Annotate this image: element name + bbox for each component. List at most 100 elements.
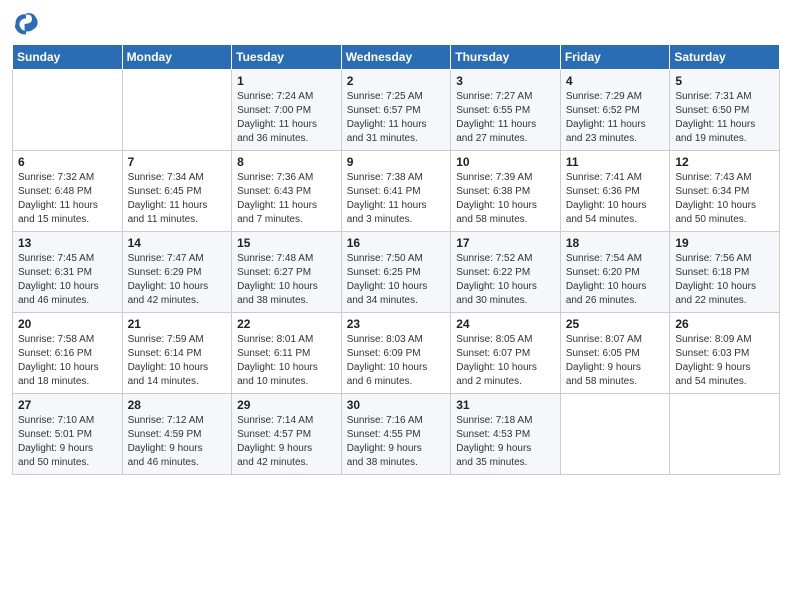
day-number: 18 bbox=[566, 236, 665, 250]
cell-4-7: 26 Sunrise: 8:09 AM Sunset: 6:03 PM Dayli… bbox=[670, 313, 780, 394]
cell-4-3: 22Sunrise: 8:01 AM Sunset: 6:11 PM Dayli… bbox=[232, 313, 342, 394]
cell-info: Sunrise: 7:27 AM Sunset: 6:55 PM Dayligh… bbox=[456, 90, 555, 146]
column-header-thursday: Thursday bbox=[451, 45, 561, 70]
cell-info: Sunrise: 7:18 AM Sunset: 4:53 PM Dayligh… bbox=[456, 414, 555, 470]
cell-1-1 bbox=[13, 70, 123, 151]
day-number: 25 bbox=[566, 317, 665, 331]
day-number: 2 bbox=[347, 74, 446, 88]
day-number: 19 bbox=[675, 236, 774, 250]
day-number: 30 bbox=[347, 398, 446, 412]
cell-info: Sunrise: 7:48 AM Sunset: 6:27 PM Dayligh… bbox=[237, 252, 336, 308]
cell-5-6 bbox=[560, 394, 670, 475]
cell-2-5: 10 Sunrise: 7:39 AM Sunset: 6:38 PM Dayli… bbox=[451, 151, 561, 232]
cell-3-6: 18 Sunrise: 7:54 AM Sunset: 6:20 PM Dayli… bbox=[560, 232, 670, 313]
day-number: 9 bbox=[347, 155, 446, 169]
cell-1-5: 3 Sunrise: 7:27 AM Sunset: 6:55 PM Daylig… bbox=[451, 70, 561, 151]
day-number: 28 bbox=[128, 398, 227, 412]
cell-info: Sunrise: 7:45 AM Sunset: 6:31 PM Dayligh… bbox=[18, 252, 117, 308]
cell-info: Sunrise: 7:41 AM Sunset: 6:36 PM Dayligh… bbox=[566, 171, 665, 227]
cell-info: Sunrise: 7:32 AM Sunset: 6:48 PM Dayligh… bbox=[18, 171, 117, 227]
day-number: 21 bbox=[128, 317, 227, 331]
cell-2-3: 8Sunrise: 7:36 AM Sunset: 6:43 PM Daylig… bbox=[232, 151, 342, 232]
cell-1-4: 2 Sunrise: 7:25 AM Sunset: 6:57 PM Daylig… bbox=[341, 70, 451, 151]
cell-2-1: 6Sunrise: 7:32 AM Sunset: 6:48 PM Daylig… bbox=[13, 151, 123, 232]
day-number: 7 bbox=[128, 155, 227, 169]
week-row-3: 13 Sunrise: 7:45 AM Sunset: 6:31 PM Dayli… bbox=[13, 232, 780, 313]
day-number: 4 bbox=[566, 74, 665, 88]
day-number: 8 bbox=[237, 155, 336, 169]
day-number: 20 bbox=[18, 317, 117, 331]
cell-info: Sunrise: 7:12 AM Sunset: 4:59 PM Dayligh… bbox=[128, 414, 227, 470]
calendar-body: 1 Sunrise: 7:24 AM Sunset: 7:00 PM Daylig… bbox=[13, 70, 780, 475]
page: SundayMondayTuesdayWednesdayThursdayFrid… bbox=[0, 0, 792, 612]
cell-info: Sunrise: 8:09 AM Sunset: 6:03 PM Dayligh… bbox=[675, 333, 774, 389]
calendar-table: SundayMondayTuesdayWednesdayThursdayFrid… bbox=[12, 44, 780, 475]
cell-info: Sunrise: 7:10 AM Sunset: 5:01 PM Dayligh… bbox=[18, 414, 117, 470]
cell-3-5: 17Sunrise: 7:52 AM Sunset: 6:22 PM Dayli… bbox=[451, 232, 561, 313]
day-number: 29 bbox=[237, 398, 336, 412]
header-row: SundayMondayTuesdayWednesdayThursdayFrid… bbox=[13, 45, 780, 70]
day-number: 16 bbox=[347, 236, 446, 250]
cell-3-4: 16 Sunrise: 7:50 AM Sunset: 6:25 PM Dayli… bbox=[341, 232, 451, 313]
cell-4-4: 23 Sunrise: 8:03 AM Sunset: 6:09 PM Dayli… bbox=[341, 313, 451, 394]
column-header-monday: Monday bbox=[122, 45, 232, 70]
cell-5-2: 28 Sunrise: 7:12 AM Sunset: 4:59 PM Dayli… bbox=[122, 394, 232, 475]
cell-5-4: 30Sunrise: 7:16 AM Sunset: 4:55 PM Dayli… bbox=[341, 394, 451, 475]
day-number: 27 bbox=[18, 398, 117, 412]
cell-5-5: 31 Sunrise: 7:18 AM Sunset: 4:53 PM Dayli… bbox=[451, 394, 561, 475]
cell-3-3: 15 Sunrise: 7:48 AM Sunset: 6:27 PM Dayli… bbox=[232, 232, 342, 313]
day-number: 31 bbox=[456, 398, 555, 412]
day-number: 3 bbox=[456, 74, 555, 88]
cell-info: Sunrise: 8:05 AM Sunset: 6:07 PM Dayligh… bbox=[456, 333, 555, 389]
cell-4-2: 21 Sunrise: 7:59 AM Sunset: 6:14 PM Dayli… bbox=[122, 313, 232, 394]
cell-info: Sunrise: 8:01 AM Sunset: 6:11 PM Dayligh… bbox=[237, 333, 336, 389]
cell-info: Sunrise: 7:47 AM Sunset: 6:29 PM Dayligh… bbox=[128, 252, 227, 308]
day-number: 1 bbox=[237, 74, 336, 88]
cell-1-3: 1 Sunrise: 7:24 AM Sunset: 7:00 PM Daylig… bbox=[232, 70, 342, 151]
cell-2-6: 11Sunrise: 7:41 AM Sunset: 6:36 PM Dayli… bbox=[560, 151, 670, 232]
cell-3-2: 14Sunrise: 7:47 AM Sunset: 6:29 PM Dayli… bbox=[122, 232, 232, 313]
cell-3-1: 13 Sunrise: 7:45 AM Sunset: 6:31 PM Dayli… bbox=[13, 232, 123, 313]
cell-1-7: 5Sunrise: 7:31 AM Sunset: 6:50 PM Daylig… bbox=[670, 70, 780, 151]
day-number: 24 bbox=[456, 317, 555, 331]
cell-info: Sunrise: 8:07 AM Sunset: 6:05 PM Dayligh… bbox=[566, 333, 665, 389]
column-header-friday: Friday bbox=[560, 45, 670, 70]
day-number: 15 bbox=[237, 236, 336, 250]
week-row-1: 1 Sunrise: 7:24 AM Sunset: 7:00 PM Daylig… bbox=[13, 70, 780, 151]
cell-5-3: 29Sunrise: 7:14 AM Sunset: 4:57 PM Dayli… bbox=[232, 394, 342, 475]
day-number: 10 bbox=[456, 155, 555, 169]
cell-2-7: 12 Sunrise: 7:43 AM Sunset: 6:34 PM Dayli… bbox=[670, 151, 780, 232]
cell-4-1: 20 Sunrise: 7:58 AM Sunset: 6:16 PM Dayli… bbox=[13, 313, 123, 394]
cell-info: Sunrise: 7:54 AM Sunset: 6:20 PM Dayligh… bbox=[566, 252, 665, 308]
cell-info: Sunrise: 8:03 AM Sunset: 6:09 PM Dayligh… bbox=[347, 333, 446, 389]
column-header-sunday: Sunday bbox=[13, 45, 123, 70]
cell-info: Sunrise: 7:34 AM Sunset: 6:45 PM Dayligh… bbox=[128, 171, 227, 227]
cell-info: Sunrise: 7:43 AM Sunset: 6:34 PM Dayligh… bbox=[675, 171, 774, 227]
cell-info: Sunrise: 7:25 AM Sunset: 6:57 PM Dayligh… bbox=[347, 90, 446, 146]
header bbox=[12, 10, 780, 38]
cell-3-7: 19 Sunrise: 7:56 AM Sunset: 6:18 PM Dayli… bbox=[670, 232, 780, 313]
cell-info: Sunrise: 7:39 AM Sunset: 6:38 PM Dayligh… bbox=[456, 171, 555, 227]
column-header-tuesday: Tuesday bbox=[232, 45, 342, 70]
day-number: 23 bbox=[347, 317, 446, 331]
week-row-2: 6Sunrise: 7:32 AM Sunset: 6:48 PM Daylig… bbox=[13, 151, 780, 232]
cell-info: Sunrise: 7:58 AM Sunset: 6:16 PM Dayligh… bbox=[18, 333, 117, 389]
week-row-4: 20 Sunrise: 7:58 AM Sunset: 6:16 PM Dayli… bbox=[13, 313, 780, 394]
cell-2-4: 9 Sunrise: 7:38 AM Sunset: 6:41 PM Daylig… bbox=[341, 151, 451, 232]
cell-info: Sunrise: 7:29 AM Sunset: 6:52 PM Dayligh… bbox=[566, 90, 665, 146]
logo bbox=[12, 10, 42, 38]
day-number: 17 bbox=[456, 236, 555, 250]
column-header-saturday: Saturday bbox=[670, 45, 780, 70]
cell-info: Sunrise: 7:38 AM Sunset: 6:41 PM Dayligh… bbox=[347, 171, 446, 227]
cell-5-1: 27 Sunrise: 7:10 AM Sunset: 5:01 PM Dayli… bbox=[13, 394, 123, 475]
cell-2-2: 7 Sunrise: 7:34 AM Sunset: 6:45 PM Daylig… bbox=[122, 151, 232, 232]
day-number: 26 bbox=[675, 317, 774, 331]
column-header-wednesday: Wednesday bbox=[341, 45, 451, 70]
cell-info: Sunrise: 7:56 AM Sunset: 6:18 PM Dayligh… bbox=[675, 252, 774, 308]
cell-5-7 bbox=[670, 394, 780, 475]
cell-info: Sunrise: 7:50 AM Sunset: 6:25 PM Dayligh… bbox=[347, 252, 446, 308]
cell-info: Sunrise: 7:24 AM Sunset: 7:00 PM Dayligh… bbox=[237, 90, 336, 146]
day-number: 13 bbox=[18, 236, 117, 250]
cell-info: Sunrise: 7:59 AM Sunset: 6:14 PM Dayligh… bbox=[128, 333, 227, 389]
day-number: 12 bbox=[675, 155, 774, 169]
